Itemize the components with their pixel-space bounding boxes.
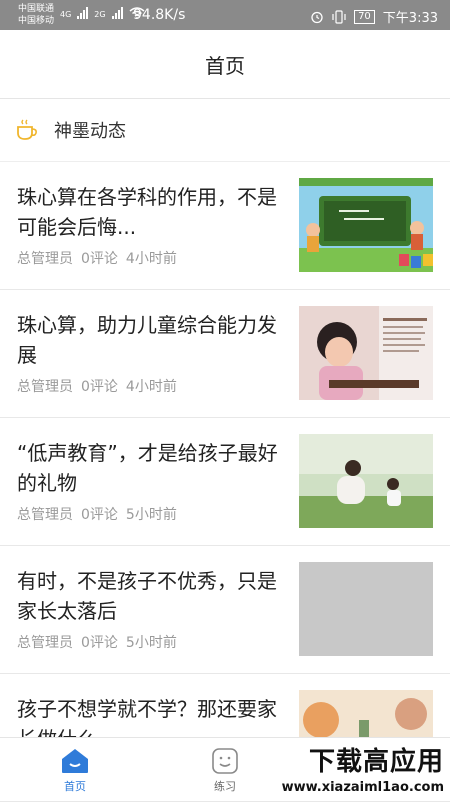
status-right: 70 下午3:33 bbox=[310, 7, 438, 26]
article-text: “低声教育”，才是给孩子最好的礼物 总管理员 0评论 5小时前 bbox=[17, 438, 282, 524]
article-author: 总管理员 bbox=[17, 507, 73, 523]
article-item[interactable]: “低声教育”，才是给孩子最好的礼物 总管理员 0评论 5小时前 bbox=[0, 418, 450, 546]
network-speed: 94.8K/s bbox=[133, 7, 186, 23]
article-author: 总管理员 bbox=[17, 379, 73, 395]
carrier-info: 中国联通 中国移动 bbox=[18, 3, 54, 27]
article-meta: 总管理员 0评论 4小时前 bbox=[17, 376, 282, 396]
article-text: 珠心算，助力儿童综合能力发展 总管理员 0评论 4小时前 bbox=[17, 310, 282, 396]
article-meta: 总管理员 0评论 5小时前 bbox=[17, 504, 282, 524]
article-thumbnail-placeholder[interactable] bbox=[299, 562, 433, 656]
home-icon bbox=[62, 749, 88, 773]
tab-home-label: 首页 bbox=[64, 780, 86, 793]
signal-2-icon bbox=[111, 7, 123, 19]
article-text: 珠心算在各学科的作用，不是可能会后悔... 总管理员 0评论 4小时前 bbox=[17, 182, 282, 268]
signal-indicators: 4G 2G bbox=[60, 7, 145, 19]
watermark-title: 下载高应用 bbox=[308, 747, 444, 777]
clock: 下午3:33 bbox=[382, 11, 438, 26]
article-meta: 总管理员 0评论 4小时前 bbox=[17, 248, 282, 268]
article-title: 有时，不是孩子不优秀，只是家长太落后 bbox=[17, 569, 277, 623]
article-comments: 0评论 bbox=[81, 635, 118, 651]
article-author: 总管理员 bbox=[17, 251, 73, 267]
net-type-1: 4G bbox=[60, 10, 72, 19]
article-title: 珠心算，助力儿童综合能力发展 bbox=[17, 313, 277, 367]
article-thumbnail[interactable] bbox=[299, 178, 433, 272]
watermark: 下载高应用 www.xiazaiml1ao.com bbox=[270, 742, 450, 800]
article-comments: 0评论 bbox=[81, 507, 118, 523]
article-item[interactable]: 珠心算在各学科的作用，不是可能会后悔... 总管理员 0评论 4小时前 bbox=[0, 162, 450, 290]
article-author: 总管理员 bbox=[17, 635, 73, 651]
coffee-cup-icon bbox=[17, 119, 37, 140]
alarm-icon bbox=[311, 11, 323, 23]
carrier-1: 中国联通 bbox=[18, 4, 55, 14]
article-time: 4小时前 bbox=[125, 379, 177, 395]
article-thumbnail[interactable] bbox=[299, 434, 433, 528]
vibrate-icon bbox=[332, 9, 346, 24]
article-time: 5小时前 bbox=[125, 507, 177, 523]
article-item[interactable]: 珠心算，助力儿童综合能力发展 总管理员 0评论 4小时前 bbox=[0, 290, 450, 418]
carrier-2: 中国移动 bbox=[18, 16, 55, 26]
battery-level: 70 bbox=[354, 9, 375, 24]
page-title: 首页 bbox=[205, 53, 245, 78]
page-header: 首页 bbox=[0, 30, 450, 99]
article-comments: 0评论 bbox=[81, 379, 118, 395]
article-title: 珠心算在各学科的作用，不是可能会后悔... bbox=[17, 185, 277, 239]
tab-practice-label: 练习 bbox=[214, 780, 236, 793]
article-comments: 0评论 bbox=[81, 251, 118, 267]
section-header: 神墨动态 bbox=[0, 99, 450, 162]
article-list: 珠心算在各学科的作用，不是可能会后悔... 总管理员 0评论 4小时前 珠心算，… bbox=[0, 162, 450, 802]
article-item[interactable]: 有时，不是孩子不优秀，只是家长太落后 总管理员 0评论 5小时前 bbox=[0, 546, 450, 674]
article-time: 4小时前 bbox=[125, 251, 177, 267]
section-title: 神墨动态 bbox=[54, 121, 126, 142]
signal-1-icon bbox=[77, 7, 89, 19]
article-time: 5小时前 bbox=[125, 635, 177, 651]
status-bar: 中国联通 中国移动 4G 2G 94.8K/s 70 下午3:33 bbox=[0, 0, 450, 30]
tab-home[interactable]: 首页 bbox=[0, 738, 150, 800]
article-text: 有时，不是孩子不优秀，只是家长太落后 总管理员 0评论 5小时前 bbox=[17, 566, 282, 652]
article-thumbnail[interactable] bbox=[299, 306, 433, 400]
smile-icon bbox=[212, 748, 238, 774]
article-meta: 总管理员 0评论 5小时前 bbox=[17, 632, 282, 652]
article-title: “低声教育”，才是给孩子最好的礼物 bbox=[17, 441, 278, 495]
net-type-2: 2G bbox=[94, 10, 106, 19]
watermark-url: www.xiazaiml1ao.com bbox=[281, 780, 444, 795]
